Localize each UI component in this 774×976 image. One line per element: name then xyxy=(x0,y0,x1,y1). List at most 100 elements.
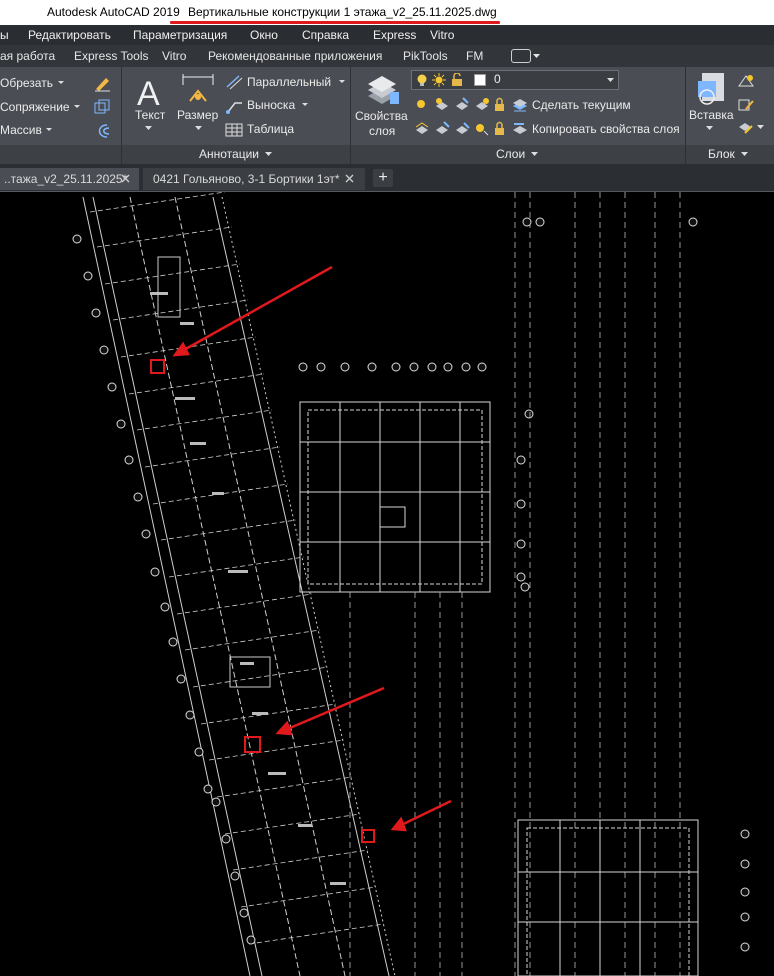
tab-piktools[interactable]: PikTools xyxy=(403,49,448,63)
leader-button[interactable]: Выноска xyxy=(247,98,295,112)
offset-icon[interactable] xyxy=(93,122,111,140)
insert-button-label[interactable]: Вставка xyxy=(689,108,734,122)
strip-edge-line xyxy=(212,196,390,976)
menu-item-file[interactable]: ы xyxy=(0,28,9,42)
strip-edge-line xyxy=(82,196,251,976)
red-highlight-box xyxy=(244,736,261,753)
make-current-button[interactable]: Сделать текущим xyxy=(532,98,631,112)
top-axis-bubbles xyxy=(522,217,698,227)
vertical-axis-lines xyxy=(349,192,681,976)
block-attributes-icon[interactable] xyxy=(737,121,755,137)
menu-item-parametric[interactable]: Параметризация xyxy=(133,28,227,42)
fillet-button[interactable]: Сопряжение xyxy=(0,100,70,114)
chevron-down-icon[interactable] xyxy=(531,152,538,157)
match-layer-button[interactable]: Копировать свойства слоя xyxy=(532,122,680,136)
layer-color-swatch xyxy=(474,74,486,86)
file-tab-active[interactable]: ..тажа_v2_25.11.2025* xyxy=(0,168,139,190)
chevron-down-icon[interactable] xyxy=(706,126,713,131)
strip-edge-line xyxy=(92,196,263,976)
erase-pencil-icon[interactable] xyxy=(93,74,111,92)
dimension-icon[interactable] xyxy=(180,73,216,107)
chevron-down-icon[interactable] xyxy=(265,152,272,157)
file-tab-inactive[interactable]: 0421 Гольяново, 3-1 Бортики 1эт* xyxy=(143,168,365,190)
red-highlight-box xyxy=(150,359,165,374)
drawing-canvas[interactable] xyxy=(0,192,774,976)
annotation-panel-title[interactable]: Аннотации xyxy=(199,147,259,161)
file-tab-label: ..тажа_v2_25.11.2025* xyxy=(4,172,128,186)
file-tabs-bar: ..тажа_v2_25.11.2025* 0421 Гольяново, 3-… xyxy=(0,164,774,192)
make-current-layer-icon[interactable] xyxy=(511,97,529,113)
layers-panel-title[interactable]: Слои xyxy=(496,147,525,161)
panel-separator xyxy=(350,67,351,164)
copy-objects-icon[interactable] xyxy=(93,98,111,116)
chevron-down-icon[interactable] xyxy=(302,103,308,107)
layer-properties-label-2[interactable]: слоя xyxy=(369,124,395,138)
red-arrow xyxy=(174,265,333,357)
create-block-icon[interactable] xyxy=(737,73,755,89)
app-title: Autodesk AutoCAD 2019 xyxy=(47,5,180,19)
ribbon-tabs: ая работа Express Tools Vitro Рекомендов… xyxy=(0,45,774,67)
tab-vitro[interactable]: Vitro xyxy=(162,49,186,63)
chevron-down-icon[interactable] xyxy=(46,128,52,132)
array-button[interactable]: Массив xyxy=(0,123,42,137)
layer-properties-icon[interactable] xyxy=(364,72,400,106)
menu-item-window[interactable]: Окно xyxy=(250,28,278,42)
title-bar: Autodesk AutoCAD 2019 Вертикальные конст… xyxy=(0,0,774,25)
new-tab-button[interactable]: + xyxy=(373,169,393,187)
tab-workspace[interactable]: ая работа xyxy=(0,49,55,63)
red-highlight-boxes xyxy=(150,359,375,843)
tab-express-tools[interactable]: Express Tools xyxy=(74,49,148,63)
unlock-icon xyxy=(452,73,462,86)
svg-text:A: A xyxy=(137,75,160,109)
layer-tools-row-2[interactable] xyxy=(414,121,510,137)
red-arrow xyxy=(277,686,385,735)
insert-block-icon[interactable] xyxy=(694,71,728,107)
lightbulb-icon xyxy=(417,74,427,86)
ribbon-footer xyxy=(0,145,774,164)
menu-item-express[interactable]: Express xyxy=(373,28,416,42)
chevron-down-icon[interactable] xyxy=(58,81,64,85)
close-icon[interactable] xyxy=(121,174,130,183)
layer-tools-row-1[interactable] xyxy=(414,97,510,113)
building-plan-bottom xyxy=(517,819,699,976)
red-arrow-head xyxy=(172,341,190,357)
text-icon[interactable]: A xyxy=(134,73,168,109)
chevron-down-icon[interactable] xyxy=(145,126,152,131)
text-button-label[interactable]: Текст xyxy=(135,108,165,122)
building-plan-center xyxy=(299,401,491,593)
tab-fm[interactable]: FM xyxy=(466,49,483,63)
chevron-down-icon[interactable] xyxy=(757,125,764,130)
table-icon[interactable] xyxy=(225,122,243,138)
strip-axis-line xyxy=(174,196,346,976)
menu-item-help[interactable]: Справка xyxy=(302,28,349,42)
chevron-down-icon[interactable] xyxy=(741,152,748,157)
edit-block-icon[interactable] xyxy=(737,97,755,113)
menu-item-vitro[interactable]: Vitro xyxy=(430,28,454,42)
leader-icon[interactable] xyxy=(225,98,243,114)
dimension-button-label[interactable]: Размер xyxy=(177,108,218,122)
match-layer-icon[interactable] xyxy=(511,121,529,137)
tab-featured-apps[interactable]: Рекомендованные приложения xyxy=(208,49,382,63)
ribbon-minimize-button[interactable] xyxy=(511,49,531,63)
menu-item-edit[interactable]: Редактировать xyxy=(28,28,111,42)
red-highlight-box xyxy=(361,829,375,843)
block-panel-title[interactable]: Блок xyxy=(708,147,735,161)
red-underline-annotation xyxy=(170,21,500,24)
linear-dimension-button[interactable]: Параллельный xyxy=(247,75,331,89)
table-button[interactable]: Таблица xyxy=(247,122,294,136)
plan-axis-bubbles-bottom xyxy=(740,829,750,952)
chevron-down-icon[interactable] xyxy=(339,80,345,84)
chevron-down-icon[interactable] xyxy=(74,105,80,109)
plan-axis-bubbles xyxy=(298,362,534,592)
file-tab-label: 0421 Гольяново, 3-1 Бортики 1эт* xyxy=(153,172,340,186)
chevron-down-icon[interactable] xyxy=(533,54,540,59)
chevron-down-icon[interactable] xyxy=(195,126,202,131)
layer-properties-label-1[interactable]: Свойства xyxy=(355,109,408,123)
close-icon[interactable] xyxy=(345,174,354,183)
ribbon-panel: Обрезать Сопряжение Массив A Текст Разме… xyxy=(0,67,774,164)
trim-button[interactable]: Обрезать xyxy=(0,76,53,90)
layer-dropdown[interactable]: 0 xyxy=(411,70,619,90)
linear-dimension-icon[interactable] xyxy=(225,74,243,90)
panel-separator xyxy=(121,67,122,164)
panel-separator xyxy=(685,67,686,164)
